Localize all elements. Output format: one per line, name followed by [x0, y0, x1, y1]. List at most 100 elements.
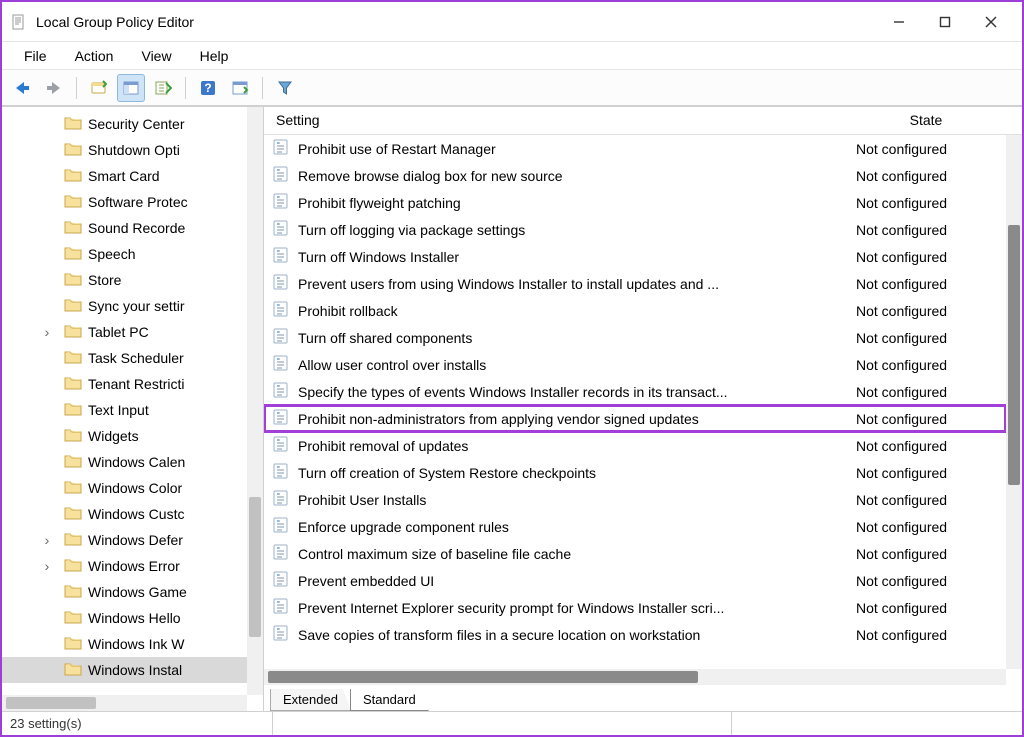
tree-item-label: Windows Instal [88, 662, 182, 678]
tree-item[interactable]: Smart Card [2, 163, 263, 189]
setting-row[interactable]: Prohibit rollbackNot configured [264, 297, 1006, 324]
tree-item[interactable]: Tenant Restricti [2, 371, 263, 397]
list-horizontal-scrollbar[interactable] [264, 669, 1006, 685]
toolbar-separator [262, 77, 263, 99]
chevron-right-icon[interactable]: › [40, 558, 54, 574]
policy-icon [272, 597, 298, 618]
policy-icon [272, 246, 298, 267]
tree-item[interactable]: ›Windows Error [2, 553, 263, 579]
tree-item[interactable]: Windows Ink W [2, 631, 263, 657]
minimize-button[interactable] [876, 6, 922, 38]
setting-row[interactable]: Remove browse dialog box for new sourceN… [264, 162, 1006, 189]
menu-view[interactable]: View [127, 44, 185, 68]
policy-icon [272, 489, 298, 510]
tree-item-label: Widgets [88, 428, 139, 444]
export-list-button[interactable] [149, 74, 177, 102]
tree-item[interactable]: Windows Color [2, 475, 263, 501]
setting-name: Prevent Internet Explorer security promp… [298, 600, 856, 616]
menu-help[interactable]: Help [186, 44, 243, 68]
setting-name: Remove browse dialog box for new source [298, 168, 856, 184]
tree-item[interactable]: Text Input [2, 397, 263, 423]
setting-row[interactable]: Allow user control over installsNot conf… [264, 351, 1006, 378]
list-vertical-scrollbar[interactable] [1006, 135, 1022, 669]
setting-row[interactable]: Enforce upgrade component rulesNot confi… [264, 513, 1006, 540]
setting-row[interactable]: Turn off creation of System Restore chec… [264, 459, 1006, 486]
maximize-button[interactable] [922, 6, 968, 38]
tree-vertical-scrollbar[interactable] [247, 107, 263, 695]
back-button[interactable] [8, 74, 36, 102]
details-body: Setting State Prohibit use of Restart Ma… [264, 107, 1022, 685]
filter-button[interactable] [271, 74, 299, 102]
setting-state: Not configured [856, 222, 1006, 238]
main-area: Security CenterShutdown OptiSmart Card So… [2, 106, 1022, 711]
setting-name: Turn off Windows Installer [298, 249, 856, 265]
column-header-setting[interactable]: Setting [264, 107, 846, 134]
tree-item[interactable]: Task Scheduler [2, 345, 263, 371]
tree-item[interactable]: ›Tablet PC [2, 319, 263, 345]
setting-row[interactable]: Prevent users from using Windows Install… [264, 270, 1006, 297]
tree-item[interactable]: Shutdown Opti [2, 137, 263, 163]
setting-row[interactable]: Turn off logging via package settingsNot… [264, 216, 1006, 243]
setting-state: Not configured [856, 384, 1006, 400]
tree-item[interactable]: Windows Calen [2, 449, 263, 475]
setting-name: Prohibit flyweight patching [298, 195, 856, 211]
window-controls [876, 6, 1014, 38]
setting-state: Not configured [856, 330, 1006, 346]
tab-strip: Extended Standard [264, 685, 1022, 711]
tree-item[interactable]: Windows Hello [2, 605, 263, 631]
tree-item[interactable]: Windows Instal [2, 657, 263, 683]
window-title: Local Group Policy Editor [36, 14, 876, 30]
help-button[interactable]: ? [194, 74, 222, 102]
setting-name: Specify the types of events Windows Inst… [298, 384, 856, 400]
setting-row[interactable]: Prohibit flyweight patchingNot configure… [264, 189, 1006, 216]
tree-item[interactable]: Software Protec [2, 189, 263, 215]
setting-name: Prohibit use of Restart Manager [298, 141, 856, 157]
setting-state: Not configured [856, 519, 1006, 535]
setting-state: Not configured [856, 303, 1006, 319]
tree-item[interactable]: Sync your settir [2, 293, 263, 319]
setting-name: Turn off shared components [298, 330, 856, 346]
forward-button[interactable] [40, 74, 68, 102]
folder-icon [64, 115, 82, 133]
column-header-state[interactable]: State [846, 107, 1006, 134]
tree-item[interactable]: Widgets [2, 423, 263, 449]
setting-row[interactable]: Save copies of transform files in a secu… [264, 621, 1006, 648]
setting-state: Not configured [856, 249, 1006, 265]
setting-state: Not configured [856, 600, 1006, 616]
tree-item-label: Task Scheduler [88, 350, 184, 366]
policy-icon [272, 408, 298, 429]
setting-row[interactable]: Prohibit removal of updatesNot configure… [264, 432, 1006, 459]
tree-item[interactable]: Windows Game [2, 579, 263, 605]
setting-row[interactable]: Control maximum size of baseline file ca… [264, 540, 1006, 567]
tree-item[interactable]: Store [2, 267, 263, 293]
chevron-right-icon[interactable]: › [40, 324, 54, 340]
folder-icon [64, 167, 82, 185]
tree-item[interactable]: Windows Custc [2, 501, 263, 527]
chevron-right-icon[interactable]: › [40, 532, 54, 548]
setting-name: Turn off logging via package settings [298, 222, 856, 238]
folder-icon [64, 479, 82, 497]
tab-extended[interactable]: Extended [270, 689, 351, 711]
menu-action[interactable]: Action [61, 44, 128, 68]
setting-row[interactable]: Prevent embedded UINot configured [264, 567, 1006, 594]
up-button[interactable] [85, 74, 113, 102]
tab-standard[interactable]: Standard [350, 689, 429, 711]
tree-item[interactable]: Sound Recorde [2, 215, 263, 241]
setting-row[interactable]: Prevent Internet Explorer security promp… [264, 594, 1006, 621]
menu-file[interactable]: File [10, 44, 61, 68]
tree-item[interactable]: ›Windows Defer [2, 527, 263, 553]
tree-horizontal-scrollbar[interactable] [2, 695, 247, 711]
setting-row[interactable]: Specify the types of events Windows Inst… [264, 378, 1006, 405]
properties-button[interactable] [226, 74, 254, 102]
folder-icon [64, 219, 82, 237]
setting-row[interactable]: Turn off shared componentsNot configured [264, 324, 1006, 351]
tree-item[interactable]: Security Center [2, 111, 263, 137]
setting-row[interactable]: Prohibit use of Restart ManagerNot confi… [264, 135, 1006, 162]
setting-row[interactable]: Turn off Windows InstallerNot configured [264, 243, 1006, 270]
close-button[interactable] [968, 6, 1014, 38]
tree-item[interactable]: Speech [2, 241, 263, 267]
tree-item-label: Software Protec [88, 194, 188, 210]
setting-row[interactable]: Prohibit User InstallsNot configured [264, 486, 1006, 513]
setting-row[interactable]: Prohibit non-administrators from applyin… [264, 405, 1006, 432]
show-hide-tree-button[interactable] [117, 74, 145, 102]
